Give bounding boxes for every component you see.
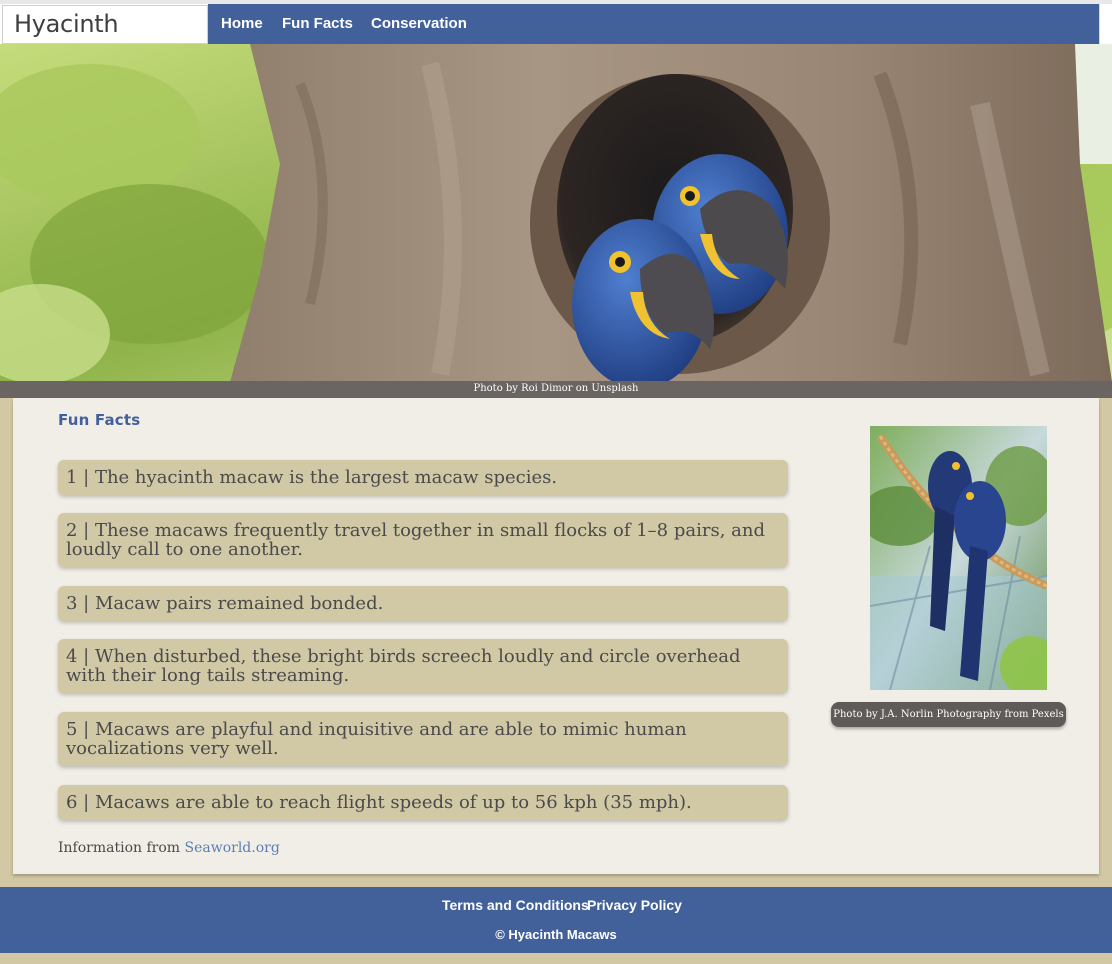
privacy-link[interactable]: Privacy Policy [587,897,682,913]
nav-fun-facts[interactable]: Fun Facts [282,4,353,44]
content-card: Fun Facts 1 | The hyacinth macaw is the … [13,398,1099,874]
hero-image [0,44,1112,382]
nav-edge [1099,4,1112,44]
fact-item: 2 | These macaws frequently travel toget… [58,513,788,567]
nav-home[interactable]: Home [221,4,263,44]
source-prefix: Information from [58,840,185,856]
fact-item: 3 | Macaw pairs remained bonded. [58,586,788,621]
terms-link[interactable]: Terms and Conditions [442,897,589,913]
fact-item: 5 | Macaws are playful and inquisitive a… [58,712,788,766]
nav-conservation[interactable]: Conservation [371,4,467,44]
fact-item: 6 | Macaws are able to reach flight spee… [58,785,788,820]
site-brand[interactable]: Hyacinth Macaw [2,5,208,75]
copyright: © Hyacinth Macaws [495,927,617,942]
fact-item: 4 | When disturbed, these bright birds s… [58,639,788,693]
photo-caption: Photo by J.A. Norlin Photography from Pe… [831,702,1066,727]
footer: Terms and Conditions Privacy Policy © Hy… [0,887,1112,953]
hero-caption: Photo by Roi Dimor on Unsplash [0,381,1112,398]
main-nav: Home Fun Facts Conservation [208,4,1099,44]
source-note: Information from Seaworld.org [58,840,280,856]
fact-item: 1 | The hyacinth macaw is the largest ma… [58,460,788,495]
source-link[interactable]: Seaworld.org [185,840,280,856]
macaw-photo [870,426,1047,690]
section-title: Fun Facts [58,411,141,429]
bottom-strip [0,953,1112,964]
